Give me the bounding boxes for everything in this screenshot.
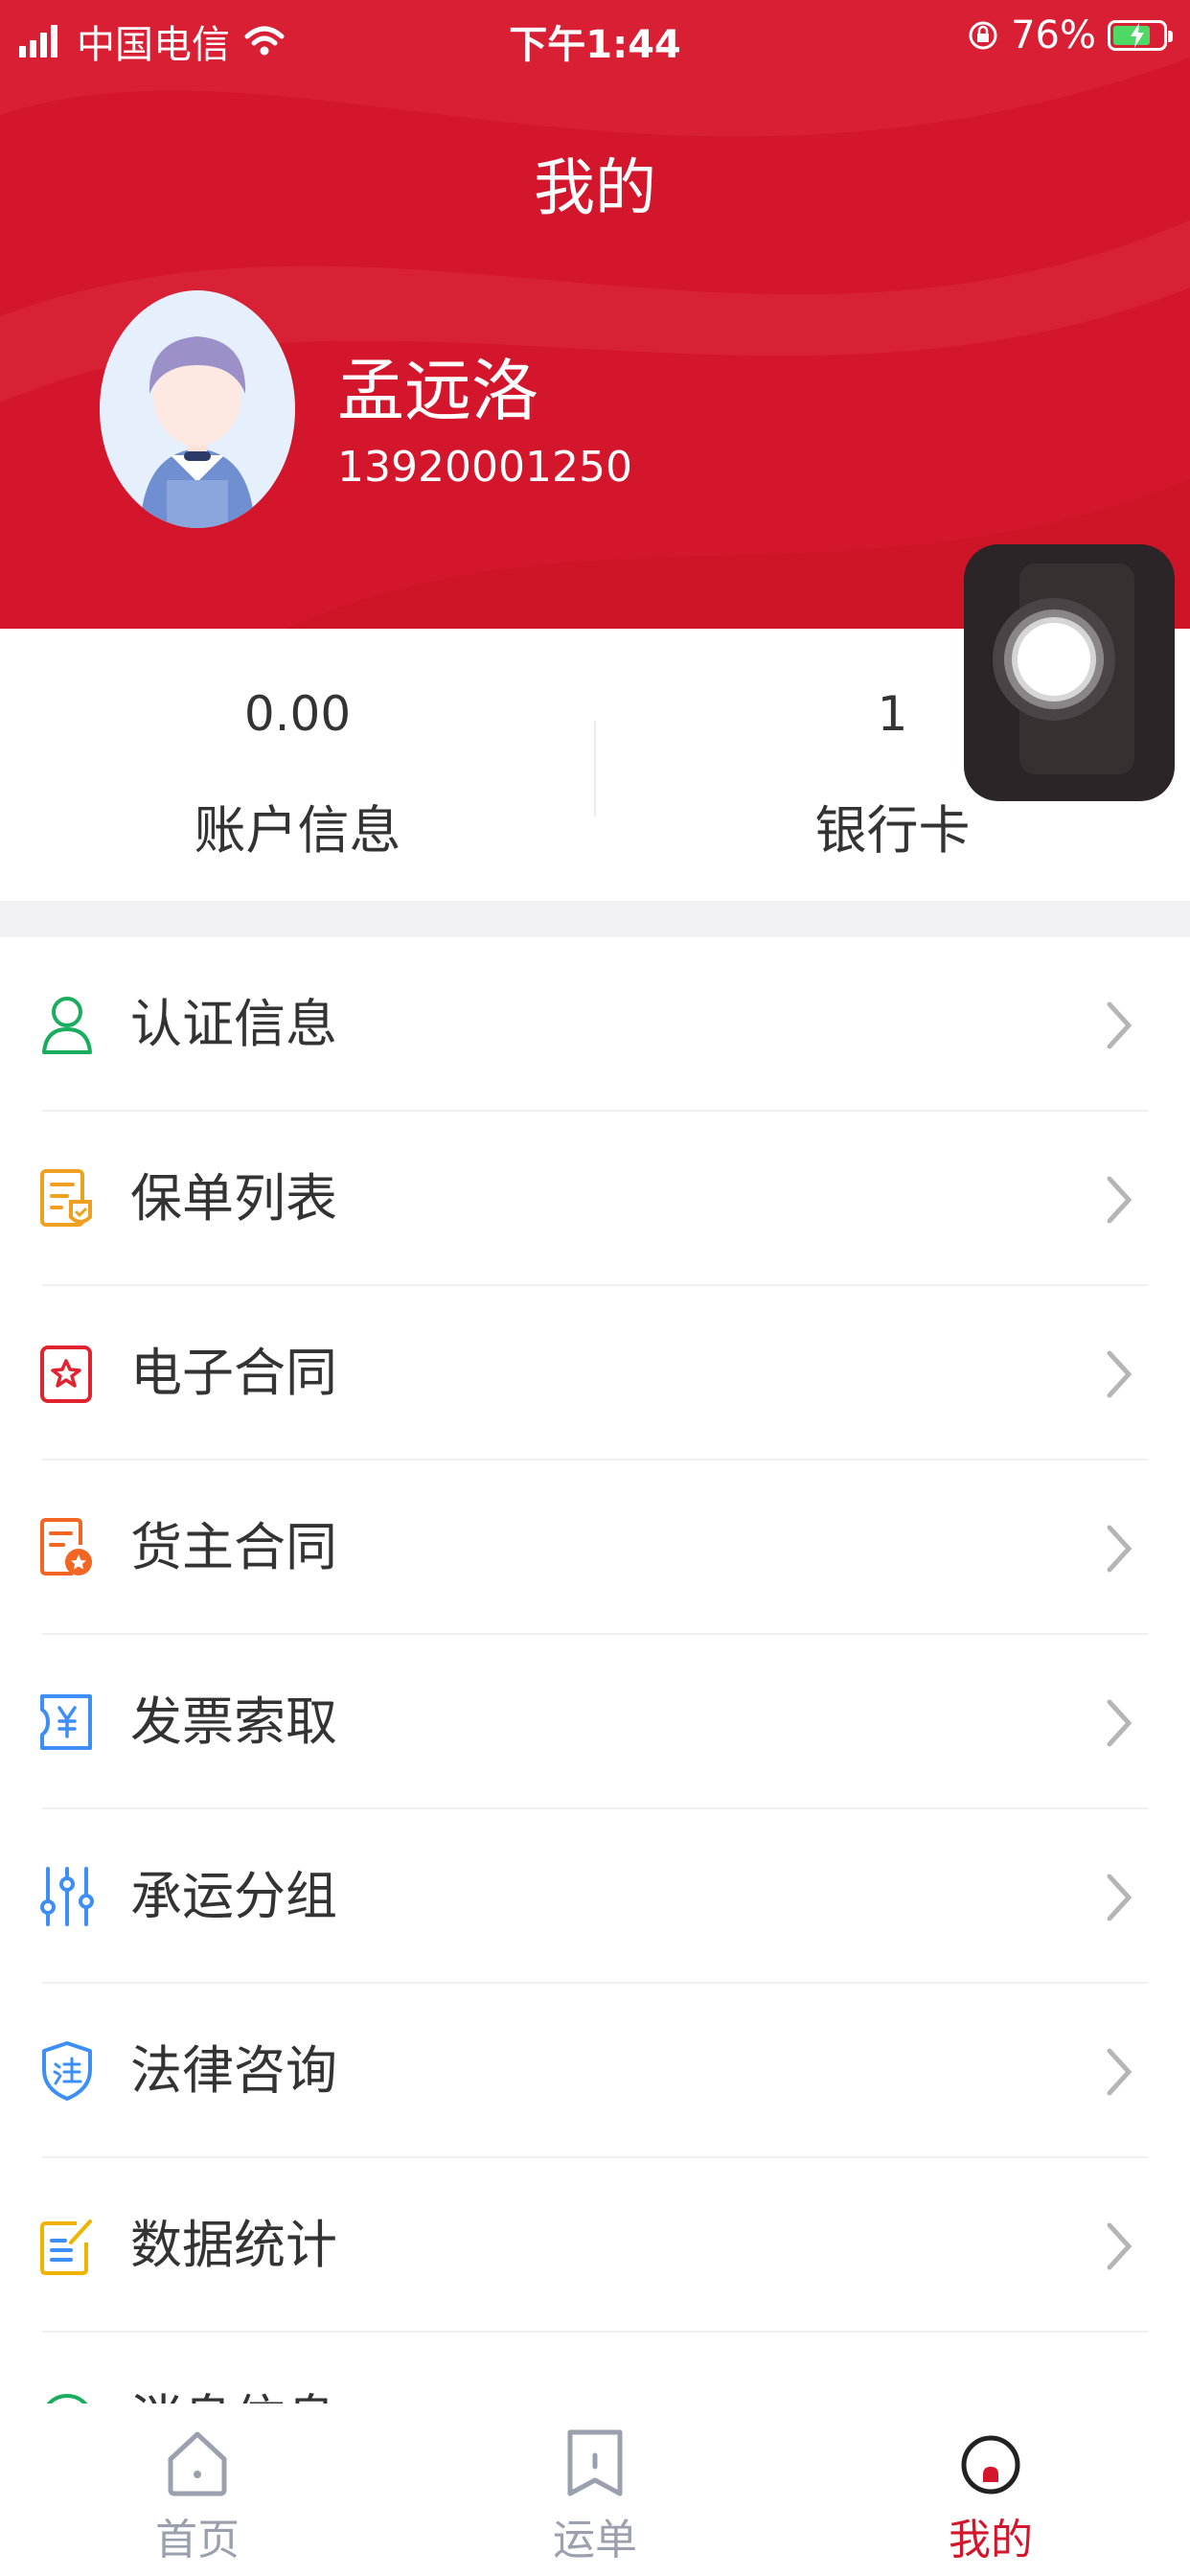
charging-bolt-icon xyxy=(1131,23,1144,48)
chevron-right-icon xyxy=(1107,1699,1133,1747)
invoice-icon xyxy=(40,1694,92,1750)
user-phone: 13920001250 xyxy=(337,443,632,492)
menu-item-label: 消息信息 xyxy=(130,2388,337,2404)
menu-item-carrier-group[interactable]: 承运分组 xyxy=(0,1809,1190,1984)
policy-icon xyxy=(40,1169,92,1227)
chevron-right-icon xyxy=(1107,1525,1133,1573)
profile-icon xyxy=(961,2435,1020,2495)
profile-header: 中国电信 下午1:44 76% 我的 孟远洛 13920001250 xyxy=(0,0,1190,629)
bookmark-icon xyxy=(567,2429,623,2496)
menu-item-e-contract[interactable]: 电子合同 xyxy=(0,1286,1190,1460)
menu-item-label: 发票索取 xyxy=(130,1691,337,1752)
battery-icon xyxy=(1108,20,1173,51)
user-icon xyxy=(42,997,92,1054)
law-shield-icon xyxy=(42,2041,92,2101)
home-icon xyxy=(168,2431,227,2496)
menu-item-shipper-contract[interactable]: 货主合同 xyxy=(0,1460,1190,1635)
tab-label: 我的 xyxy=(949,2516,1033,2564)
menu-item-label: 数据统计 xyxy=(130,2215,337,2275)
assistive-touch-button[interactable] xyxy=(964,544,1175,801)
menu-item-message[interactable]: 消息信息 xyxy=(0,2333,1190,2404)
message-icon xyxy=(46,2394,88,2404)
orientation-lock-icon xyxy=(969,21,997,50)
tab-waybill[interactable]: 运单 xyxy=(499,2426,691,2566)
account-balance: 0.00 xyxy=(243,686,352,742)
seal-contract-icon xyxy=(40,1518,92,1576)
tab-label: 运单 xyxy=(553,2516,637,2564)
sliders-icon xyxy=(40,1867,94,1926)
chevron-right-icon xyxy=(1107,1350,1133,1398)
assistive-touch-icon xyxy=(993,564,1134,774)
bottom-tab-bar: 首页 运单 我的 xyxy=(0,2404,1190,2576)
status-bar: 中国电信 下午1:44 76% xyxy=(0,0,1190,73)
menu-item-label: 认证信息 xyxy=(130,994,337,1054)
chevron-right-icon xyxy=(1107,2222,1133,2270)
chevron-right-icon xyxy=(1107,1176,1133,1224)
menu-item-verification[interactable]: 认证信息 xyxy=(0,937,1190,1112)
chevron-right-icon xyxy=(1107,1874,1133,1921)
account-info-stat[interactable]: 0.00 账户信息 xyxy=(0,686,595,863)
tab-mine[interactable]: 我的 xyxy=(895,2426,1087,2566)
tab-home[interactable]: 首页 xyxy=(102,2426,293,2566)
user-name: 孟远洛 xyxy=(337,352,538,430)
menu-item-invoice[interactable]: 发票索取 xyxy=(0,1635,1190,1809)
menu-item-data-stats[interactable]: 数据统计 xyxy=(0,2158,1190,2333)
avatar[interactable] xyxy=(100,290,295,528)
menu-list: 认证信息 保单列表 电子合同 货主合同 发票索取 承运分组 法律咨询 数据统计 xyxy=(0,937,1190,2404)
edit-chart-icon xyxy=(40,2220,92,2275)
menu-item-label: 电子合同 xyxy=(130,1343,337,1403)
menu-item-policy-list[interactable]: 保单列表 xyxy=(0,1112,1190,1286)
chevron-right-icon xyxy=(1107,1001,1133,1049)
menu-item-label: 承运分组 xyxy=(130,1866,337,1926)
chevron-right-icon xyxy=(1107,2048,1133,2096)
menu-item-label: 货主合同 xyxy=(130,1517,337,1577)
menu-item-label: 法律咨询 xyxy=(130,2040,337,2101)
tab-label: 首页 xyxy=(155,2516,240,2564)
menu-item-label: 保单列表 xyxy=(130,1168,337,1229)
battery-percent: 76% xyxy=(1011,13,1096,58)
menu-item-legal-consult[interactable]: 法律咨询 xyxy=(0,1984,1190,2158)
star-contract-icon xyxy=(40,1346,92,1403)
account-info-label: 账户信息 xyxy=(194,800,401,861)
page-title: 我的 xyxy=(534,153,656,224)
avatar-illustration xyxy=(140,336,255,528)
section-gap xyxy=(0,901,1190,937)
